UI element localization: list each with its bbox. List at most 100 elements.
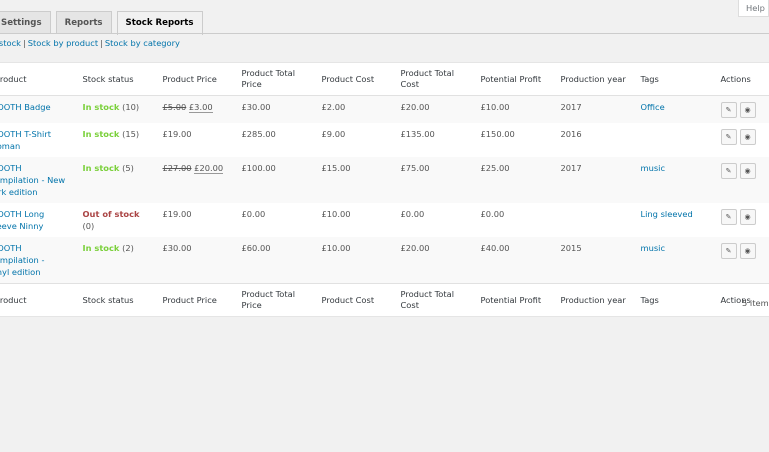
sale-price: £3.00 xyxy=(188,102,213,113)
product-link[interactable]: WOOTH Badge xyxy=(0,101,71,113)
stock-quantity: (2) xyxy=(122,243,134,253)
table-row: WOOTH Compilation - New York edition In … xyxy=(0,157,769,203)
stock-report-table: ProductStock statusProduct PriceProduct … xyxy=(0,62,769,317)
product-cost: £9.00 xyxy=(321,129,346,139)
view-button[interactable]: ◉ xyxy=(739,102,756,118)
total-price: £285.00 xyxy=(241,129,276,139)
pencil-icon: ✎ xyxy=(725,106,732,114)
total-price: £100.00 xyxy=(241,163,276,173)
column-footer-product-price: Product Price xyxy=(150,283,230,317)
column-footer-potential-profit: Potential Profit xyxy=(468,283,549,317)
price: £19.00 xyxy=(162,129,192,139)
subnav-stock-by-category[interactable]: Stock by category xyxy=(105,38,180,48)
production-year: 2015 xyxy=(560,243,582,253)
stock-quantity: (15) xyxy=(122,129,140,139)
total-cost: £75.00 xyxy=(400,163,430,173)
product-cost: £2.00 xyxy=(321,102,346,112)
edit-button[interactable]: ✎ xyxy=(720,102,737,118)
help-button[interactable]: Help xyxy=(738,0,769,17)
eye-icon: ◉ xyxy=(744,247,751,255)
pencil-icon: ✎ xyxy=(725,213,732,221)
tag-link[interactable]: music xyxy=(641,163,666,173)
eye-icon: ◉ xyxy=(744,167,751,175)
column-footer-product: Product xyxy=(0,283,71,317)
stock-quantity: (10) xyxy=(122,102,140,112)
column-header-product-cost: Product Cost xyxy=(309,62,389,96)
product-cost: £10.00 xyxy=(321,209,351,219)
potential-profit: £40.00 xyxy=(480,243,510,253)
view-button[interactable]: ◉ xyxy=(739,209,756,225)
stock-status: In stock xyxy=(82,129,120,139)
view-button[interactable]: ◉ xyxy=(739,129,756,145)
view-button[interactable]: ◉ xyxy=(739,163,756,179)
stock-subnav: All stock|Stock by product|Stock by cate… xyxy=(0,38,180,48)
table-row: WOOTH Compilation - Vinyl edition In sto… xyxy=(0,237,769,284)
edit-button[interactable]: ✎ xyxy=(720,243,737,259)
total-cost: £0.00 xyxy=(400,209,425,219)
pencil-icon: ✎ xyxy=(725,167,732,175)
column-header-product-total-cost: Product Total Cost xyxy=(388,62,469,96)
subnav-separator: | xyxy=(100,38,103,48)
regular-price: £5.00 xyxy=(162,102,187,112)
subnav-all-stock[interactable]: All stock xyxy=(0,38,21,48)
table-header-row: ProductStock statusProduct PriceProduct … xyxy=(0,62,769,96)
total-price: £0.00 xyxy=(241,209,266,219)
view-button[interactable]: ◉ xyxy=(739,243,756,259)
price: £30.00 xyxy=(162,243,192,253)
column-header-product: Product xyxy=(0,62,71,96)
eye-icon: ◉ xyxy=(744,133,751,141)
potential-profit: £25.00 xyxy=(480,163,510,173)
product-cost: £10.00 xyxy=(321,243,351,253)
column-footer-product-total-price: Product Total Price xyxy=(229,283,310,317)
total-cost: £135.00 xyxy=(400,129,435,139)
tab-stock-reports[interactable]: Stock Reports xyxy=(116,11,203,35)
stock-quantity: (5) xyxy=(122,163,134,173)
total-price: £60.00 xyxy=(241,243,271,253)
table-row: WOOTH Badge In stock (10) £5.00 £3.00 £3… xyxy=(0,95,769,123)
tab-settings[interactable]: Settings xyxy=(0,11,51,34)
subnav-stock-by-product[interactable]: Stock by product xyxy=(28,38,98,48)
column-footer-stock-status: Stock status xyxy=(70,283,151,317)
stock-status: In stock xyxy=(82,102,120,112)
production-year: 2016 xyxy=(560,129,582,139)
production-year: 2017 xyxy=(560,163,582,173)
pencil-icon: ✎ xyxy=(725,247,732,255)
column-header-potential-profit: Potential Profit xyxy=(468,62,549,96)
tab-reports[interactable]: Reports xyxy=(55,11,112,34)
table-row: WOOTH Long Sleeve Ninny Out of stock (0)… xyxy=(0,203,769,237)
product-link[interactable]: WOOTH Compilation - Vinyl edition xyxy=(0,242,71,278)
edit-button[interactable]: ✎ xyxy=(720,129,737,145)
product-link[interactable]: WOOTH Compilation - New York edition xyxy=(0,162,71,198)
edit-button[interactable]: ✎ xyxy=(720,163,737,179)
production-year: 2017 xyxy=(560,102,582,112)
price: £19.00 xyxy=(162,209,192,219)
tag-link[interactable]: Ling sleeved xyxy=(641,209,693,219)
pencil-icon: ✎ xyxy=(725,133,732,141)
column-header-product-total-price: Product Total Price xyxy=(229,62,310,96)
product-link[interactable]: WOOTH T-Shirt Woman xyxy=(0,128,71,152)
table-footer-row: ProductStock statusProduct PriceProduct … xyxy=(0,283,769,317)
potential-profit: £0.00 xyxy=(480,209,505,219)
column-header-product-price: Product Price xyxy=(150,62,230,96)
total-price: £30.00 xyxy=(241,102,271,112)
product-cost: £15.00 xyxy=(321,163,351,173)
product-link[interactable]: WOOTH Long Sleeve Ninny xyxy=(0,208,71,232)
subnav-separator: | xyxy=(22,38,26,48)
total-cost: £20.00 xyxy=(400,243,430,253)
column-footer-product-cost: Product Cost xyxy=(309,283,389,317)
stock-status: In stock xyxy=(82,163,120,173)
potential-profit: £10.00 xyxy=(480,102,510,112)
column-footer-product-total-cost: Product Total Cost xyxy=(388,283,469,317)
tag-link[interactable]: music xyxy=(641,243,666,253)
eye-icon: ◉ xyxy=(744,213,751,221)
tab-divider xyxy=(0,33,769,34)
column-header-tags: Tags xyxy=(628,62,709,96)
tag-link[interactable]: Office xyxy=(641,102,665,112)
edit-button[interactable]: ✎ xyxy=(720,209,737,225)
total-cost: £20.00 xyxy=(400,102,430,112)
column-footer-tags: Tags xyxy=(628,283,709,317)
sale-price: £20.00 xyxy=(194,163,224,174)
table-row: WOOTH T-Shirt Woman In stock (15) £19.00… xyxy=(0,123,769,157)
stock-status: Out of stock xyxy=(82,209,140,219)
potential-profit: £150.00 xyxy=(480,129,515,139)
